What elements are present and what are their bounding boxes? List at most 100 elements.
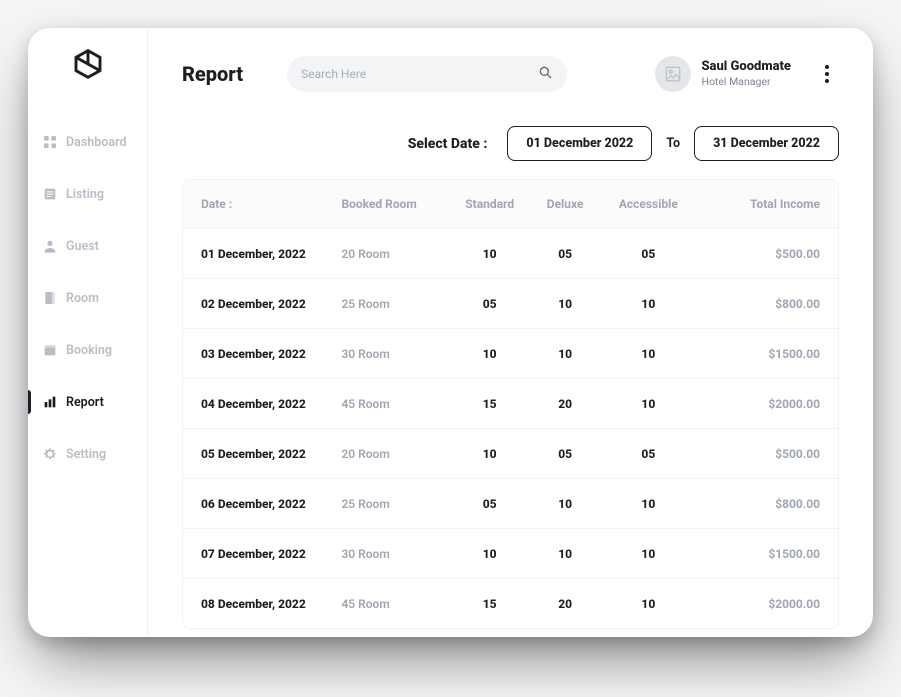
cell-standard: 10 xyxy=(451,447,529,461)
sidebar-item-setting[interactable]: Setting xyxy=(28,428,147,480)
cell-income: $800.00 xyxy=(695,297,820,311)
cell-date: 07 December, 2022 xyxy=(201,547,341,561)
cell-accessible: 10 xyxy=(602,347,696,361)
sidebar-item-report[interactable]: Report xyxy=(28,376,147,428)
cell-booked: 25 Room xyxy=(341,297,450,311)
sidebar-item-label: Dashboard xyxy=(66,135,127,150)
calendar-icon xyxy=(42,342,58,358)
user-block[interactable]: Saul Goodmate Hotel Manager xyxy=(655,56,791,92)
cell-accessible: 05 xyxy=(602,247,696,261)
search-box[interactable] xyxy=(287,56,567,92)
bar-chart-icon xyxy=(42,394,58,410)
topbar: Report Saul Goodmate Hotel Manager xyxy=(182,50,839,98)
cell-deluxe: 05 xyxy=(529,447,602,461)
cell-booked: 25 Room xyxy=(341,497,450,511)
sidebar-item-guest[interactable]: Guest xyxy=(28,220,147,272)
cell-booked: 30 Room xyxy=(341,347,450,361)
date-to-label: To xyxy=(666,136,680,151)
cell-accessible: 05 xyxy=(602,447,696,461)
col-booked: Booked Room xyxy=(341,197,450,211)
cell-deluxe: 10 xyxy=(529,497,602,511)
cell-date: 05 December, 2022 xyxy=(201,447,341,461)
col-date: Date : xyxy=(201,197,341,211)
cell-income: $2000.00 xyxy=(695,397,820,411)
cell-income: $800.00 xyxy=(695,497,820,511)
cell-standard: 15 xyxy=(451,597,529,611)
cell-date: 01 December, 2022 xyxy=(201,247,341,261)
col-standard: Standard xyxy=(451,197,529,211)
sidebar-item-dashboard[interactable]: Dashboard xyxy=(28,116,147,168)
avatar xyxy=(655,56,691,92)
date-filter-row: Select Date : 01 December 2022 To 31 Dec… xyxy=(182,126,839,161)
cell-deluxe: 20 xyxy=(529,397,602,411)
user-name: Saul Goodmate xyxy=(701,60,791,75)
cell-booked: 30 Room xyxy=(341,547,450,561)
col-deluxe: Deluxe xyxy=(529,197,602,211)
sidebar-item-listing[interactable]: Listing xyxy=(28,168,147,220)
table-row[interactable]: 05 December, 202220 Room100505$500.00 xyxy=(183,428,838,478)
cell-accessible: 10 xyxy=(602,497,696,511)
door-icon xyxy=(42,290,58,306)
date-to-picker[interactable]: 31 December 2022 xyxy=(694,126,839,161)
cell-accessible: 10 xyxy=(602,547,696,561)
cell-income: $1500.00 xyxy=(695,347,820,361)
search-icon xyxy=(537,64,553,84)
sidebar-item-label: Report xyxy=(66,395,104,410)
cell-deluxe: 20 xyxy=(529,597,602,611)
cell-income: $1500.00 xyxy=(695,547,820,561)
user-meta: Saul Goodmate Hotel Manager xyxy=(701,60,791,88)
cell-booked: 20 Room xyxy=(341,447,450,461)
cell-standard: 10 xyxy=(451,547,529,561)
table-row[interactable]: 02 December, 202225 Room051010$800.00 xyxy=(183,278,838,328)
cell-deluxe: 05 xyxy=(529,247,602,261)
more-menu-button[interactable] xyxy=(815,65,839,83)
cell-income: $2000.00 xyxy=(695,597,820,611)
table-row[interactable]: 04 December, 202245 Room152010$2000.00 xyxy=(183,378,838,428)
cell-deluxe: 10 xyxy=(529,547,602,561)
sidebar: Dashboard Listing Guest Room Booking Rep… xyxy=(28,28,148,637)
cell-date: 03 December, 2022 xyxy=(201,347,341,361)
table-row[interactable]: 08 December, 202245 Room152010$2000.00 xyxy=(183,578,838,628)
cell-standard: 10 xyxy=(451,347,529,361)
gear-icon xyxy=(42,446,58,462)
table-body: 01 December, 202220 Room100505$500.0002 … xyxy=(183,228,838,628)
sidebar-item-label: Room xyxy=(66,291,99,306)
cell-deluxe: 10 xyxy=(529,297,602,311)
sidebar-item-booking[interactable]: Booking xyxy=(28,324,147,376)
sidebar-item-label: Listing xyxy=(66,187,104,202)
sidebar-item-label: Booking xyxy=(66,343,112,358)
table-row[interactable]: 03 December, 202230 Room101010$1500.00 xyxy=(183,328,838,378)
cell-accessible: 10 xyxy=(602,597,696,611)
cell-income: $500.00 xyxy=(695,447,820,461)
cell-accessible: 10 xyxy=(602,397,696,411)
cell-accessible: 10 xyxy=(602,297,696,311)
select-date-label: Select Date : xyxy=(408,136,488,152)
cell-booked: 45 Room xyxy=(341,597,450,611)
user-role: Hotel Manager xyxy=(701,75,791,88)
main-content: Report Saul Goodmate Hotel Manager Selec… xyxy=(148,28,873,637)
user-icon xyxy=(42,238,58,254)
search-input[interactable] xyxy=(301,67,529,81)
search-wrapper xyxy=(287,56,567,92)
list-icon xyxy=(42,186,58,202)
cell-standard: 05 xyxy=(451,497,529,511)
cell-date: 02 December, 2022 xyxy=(201,297,341,311)
cell-income: $500.00 xyxy=(695,247,820,261)
cell-booked: 45 Room xyxy=(341,397,450,411)
sidebar-item-label: Guest xyxy=(66,239,99,254)
cell-date: 06 December, 2022 xyxy=(201,497,341,511)
table-header: Date : Booked Room Standard Deluxe Acces… xyxy=(183,180,838,228)
date-from-picker[interactable]: 01 December 2022 xyxy=(507,126,652,161)
sidebar-nav: Dashboard Listing Guest Room Booking Rep… xyxy=(28,100,147,637)
grid-icon xyxy=(42,134,58,150)
cell-deluxe: 10 xyxy=(529,347,602,361)
cell-standard: 10 xyxy=(451,247,529,261)
table-row[interactable]: 06 December, 202225 Room051010$800.00 xyxy=(183,478,838,528)
sidebar-item-room[interactable]: Room xyxy=(28,272,147,324)
table-row[interactable]: 01 December, 202220 Room100505$500.00 xyxy=(183,228,838,278)
brand-logo xyxy=(28,28,147,100)
cell-date: 04 December, 2022 xyxy=(201,397,341,411)
table-row[interactable]: 07 December, 202230 Room101010$1500.00 xyxy=(183,528,838,578)
app-window: Dashboard Listing Guest Room Booking Rep… xyxy=(28,28,873,637)
col-income: Total Income xyxy=(695,197,820,211)
